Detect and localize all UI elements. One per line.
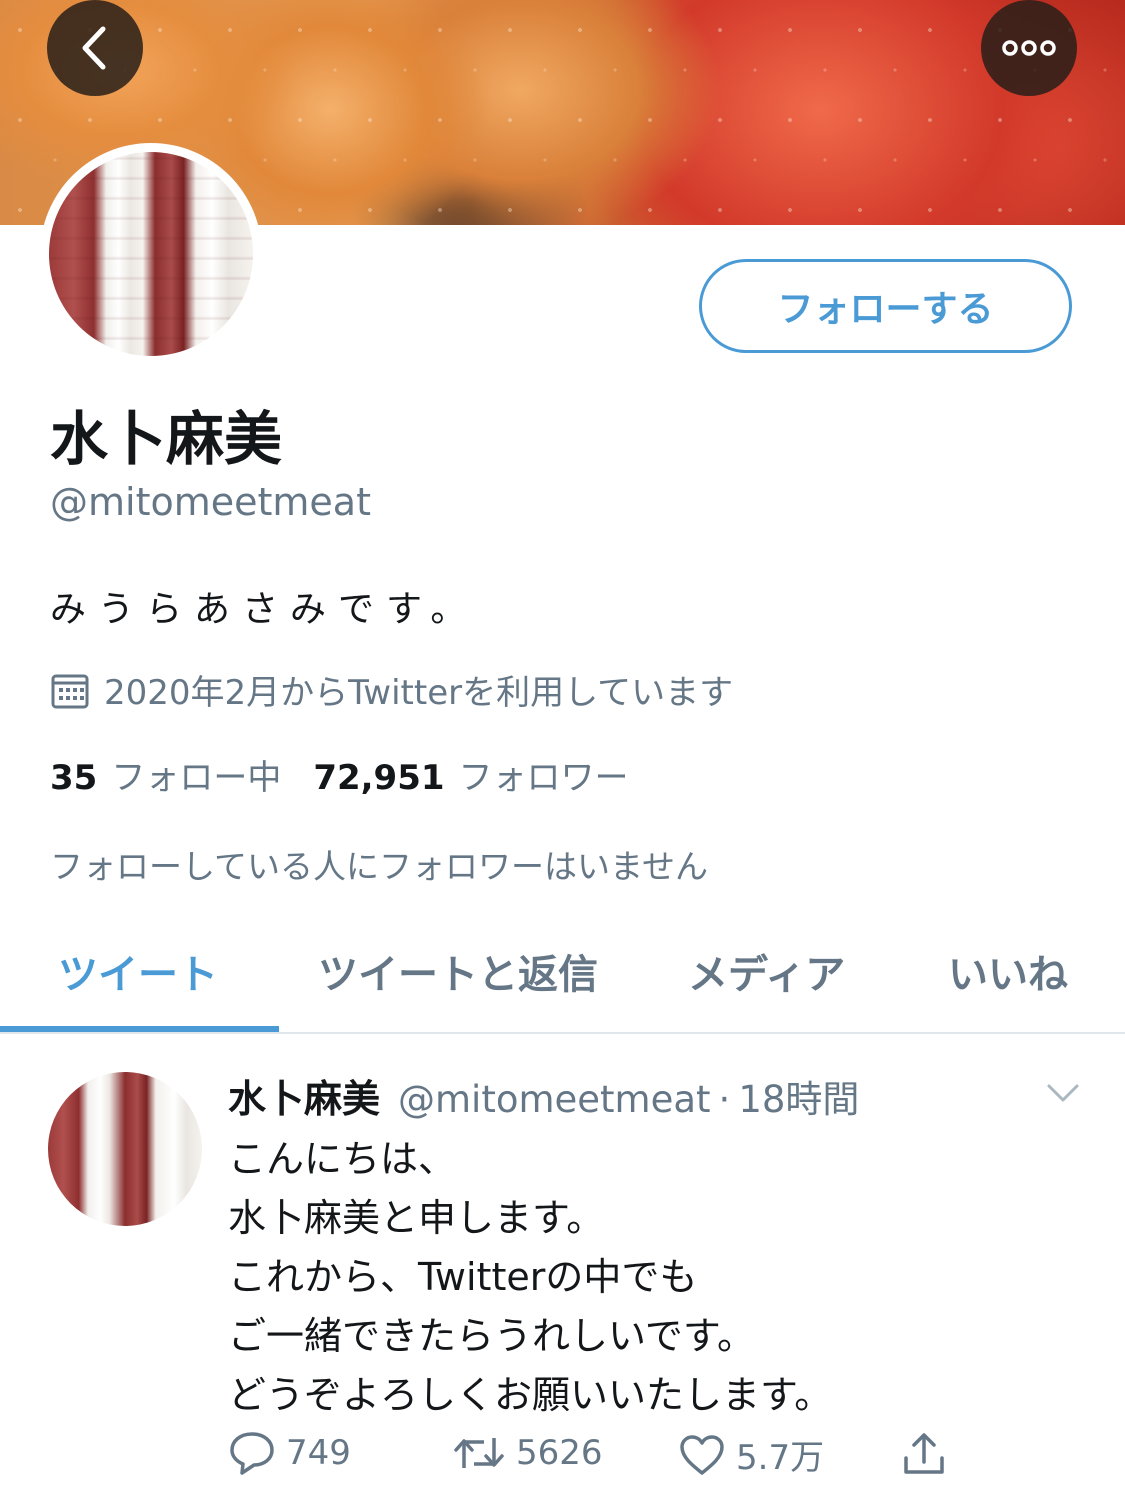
followers-count[interactable]: 72,951 bbox=[313, 758, 444, 798]
tab-tweets-and-replies[interactable]: ツイートと返信 bbox=[318, 942, 598, 1000]
tab-media[interactable]: メディア bbox=[688, 942, 845, 1000]
profile-tabs: ツイート ツイートと返信 メディア いいね bbox=[0, 922, 1125, 1034]
tweet-author-name[interactable]: 水卜麻美 bbox=[228, 1068, 380, 1123]
reply-count: 749 bbox=[286, 1433, 351, 1473]
profile-avatar[interactable] bbox=[40, 143, 262, 365]
joined-text: 2020年2月からTwitterを利用しています bbox=[104, 673, 734, 713]
tweet-line: こんにちは、 bbox=[228, 1137, 457, 1181]
following-label[interactable]: フォロー中 bbox=[111, 750, 281, 799]
chevron-down-icon[interactable] bbox=[1043, 1078, 1083, 1108]
profile-bio: みうらあさみです。 bbox=[50, 589, 479, 630]
display-name: 水卜麻美 bbox=[50, 405, 283, 473]
chevron-left-icon bbox=[82, 26, 106, 70]
more-dots-icon bbox=[1002, 40, 1056, 56]
tweet[interactable]: 水卜麻美 @mitomeetmeat · 18時間 こんにちは、 水卜麻美と申し… bbox=[0, 1034, 1125, 1505]
avatar-image bbox=[49, 152, 253, 356]
retweet-icon bbox=[454, 1438, 504, 1468]
back-button[interactable] bbox=[47, 0, 143, 96]
heart-icon bbox=[680, 1434, 724, 1475]
tab-likes[interactable]: いいね bbox=[948, 942, 1068, 1000]
follow-button[interactable]: フォローする bbox=[699, 259, 1072, 353]
tweet-line: 水卜麻美と申します。 bbox=[228, 1196, 605, 1240]
tweet-avatar[interactable] bbox=[48, 1072, 202, 1226]
tab-tweets[interactable]: ツイート bbox=[58, 942, 218, 1000]
tweet-author-handle[interactable]: @mitomeetmeat bbox=[398, 1078, 711, 1121]
joined-date: 2020年2月からTwitterを利用しています bbox=[50, 665, 733, 714]
active-tab-indicator bbox=[0, 1026, 279, 1032]
reply-icon bbox=[230, 1432, 274, 1475]
tweet-header: 水卜麻美 @mitomeetmeat · 18時間 bbox=[228, 1068, 859, 1123]
profile-handle: @mitomeetmeat bbox=[50, 480, 371, 524]
calendar-icon bbox=[51, 674, 89, 708]
tweet-text: こんにちは、 水卜麻美と申します。 これから、Twitterの中でも ご一緒でき… bbox=[228, 1130, 832, 1425]
reply-button[interactable]: 749 bbox=[228, 1430, 351, 1476]
tweet-line: これから、Twitterの中でも bbox=[228, 1255, 698, 1299]
tweet-line: どうぞよろしくお願いいたします。 bbox=[228, 1373, 833, 1417]
more-button[interactable] bbox=[981, 0, 1077, 96]
tweet-line: ご一緒できたらうれしいです。 bbox=[228, 1314, 756, 1358]
tweet-actions: 749 5626 5.7万 bbox=[228, 1430, 968, 1486]
retweet-button[interactable]: 5626 bbox=[452, 1430, 603, 1476]
follow-stats: 35 フォロー中 72,951 フォロワー bbox=[50, 750, 661, 799]
share-icon bbox=[904, 1433, 944, 1474]
like-button[interactable]: 5.7万 bbox=[678, 1430, 824, 1479]
following-count[interactable]: 35 bbox=[50, 758, 97, 798]
share-button[interactable] bbox=[900, 1430, 958, 1478]
like-count: 5.7万 bbox=[736, 1438, 825, 1478]
retweet-count: 5626 bbox=[516, 1433, 603, 1473]
followers-label[interactable]: フォロワー bbox=[459, 750, 629, 799]
tweet-separator: · bbox=[718, 1078, 731, 1121]
mutual-followers-text: フォローしている人にフォロワーはいません bbox=[50, 847, 709, 886]
tweet-timestamp[interactable]: 18時間 bbox=[738, 1069, 859, 1123]
